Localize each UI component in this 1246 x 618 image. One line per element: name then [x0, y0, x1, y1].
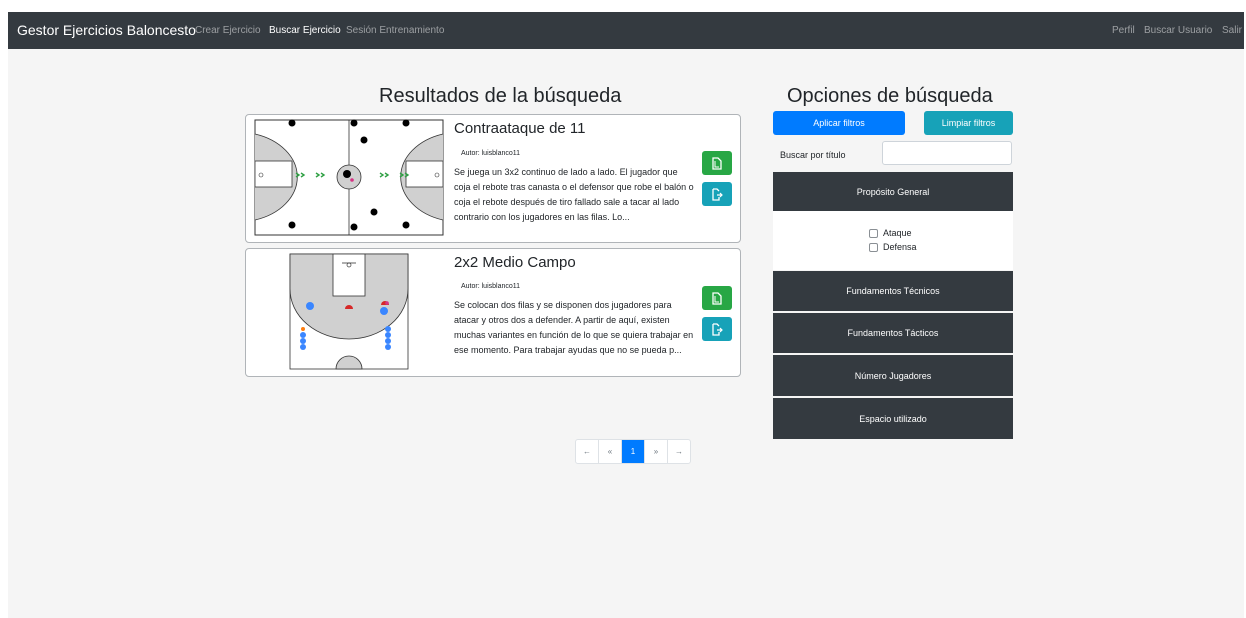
nav-link-sesion-entrenamiento[interactable]: Sesión Entrenamiento [346, 25, 444, 36]
export-exercise-button[interactable] [702, 182, 732, 206]
nav-link-crear-ejercicio[interactable]: Crear Ejercicio [195, 25, 261, 36]
page: Gestor Ejercicios Baloncesto Crear Ejerc… [8, 12, 1244, 618]
option-ataque[interactable]: Ataque [869, 228, 912, 238]
option-label: Defensa [883, 242, 917, 252]
document-icon [712, 156, 722, 170]
page-last[interactable]: → [667, 440, 690, 463]
page-current[interactable]: 1 [621, 440, 644, 463]
clear-filters-button[interactable]: Limpiar filtros [924, 111, 1013, 135]
navbar: Gestor Ejercicios Baloncesto Crear Ejerc… [8, 12, 1244, 49]
export-icon [712, 322, 723, 336]
section-numero-jugadores[interactable]: Número Jugadores [773, 355, 1013, 396]
result-title[interactable]: Contraataque de 11 [454, 120, 586, 137]
ataque-checkbox[interactable] [869, 228, 878, 238]
results-heading: Resultados de la búsqueda [379, 85, 622, 107]
result-description: Se colocan dos filas y se disponen dos j… [454, 300, 694, 355]
result-title[interactable]: 2x2 Medio Campo [454, 254, 576, 271]
copy-exercise-button[interactable] [702, 286, 732, 310]
result-card: 2x2 Medio Campo Autor: luisblanco11 Se c… [245, 248, 741, 377]
section-proposito-general[interactable]: Propósito General [773, 172, 1013, 211]
section-fundamentos-tecnicos[interactable]: Fundamentos Técnicos [773, 271, 1013, 311]
option-defensa[interactable]: Defensa [869, 242, 917, 252]
result-author: Autor: luisblanco11 [461, 283, 521, 290]
page-next[interactable]: » [644, 440, 667, 463]
section-fundamentos-tacticos[interactable]: Fundamentos Tácticos [773, 313, 1013, 353]
nav-link-buscar-ejercicio[interactable]: Buscar Ejercicio [269, 25, 341, 36]
nav-link-perfil[interactable]: Perfil [1112, 25, 1135, 36]
general-purpose-options: Ataque Defensa [773, 211, 1013, 270]
result-card: Contraataque de 11 Autor: luisblanco11 S… [245, 114, 741, 243]
apply-filters-button[interactable]: Aplicar filtros [773, 111, 905, 135]
page-prev[interactable]: « [598, 440, 621, 463]
full-court-diagram [254, 119, 444, 236]
filters-heading: Opciones de búsqueda [787, 85, 993, 107]
defensa-checkbox[interactable] [869, 242, 878, 252]
half-court-diagram [289, 253, 409, 370]
export-exercise-button[interactable] [702, 317, 732, 341]
title-search-input[interactable] [882, 141, 1012, 165]
pagination: ← « 1 » → [575, 439, 691, 464]
nav-link-salir[interactable]: Salir [1222, 25, 1242, 36]
nav-link-buscar-usuario[interactable]: Buscar Usuario [1144, 25, 1212, 36]
page-first[interactable]: ← [576, 440, 598, 463]
result-author: Autor: luisblanco11 [461, 150, 521, 157]
result-description: Se juega un 3x2 continuo de lado a lado.… [454, 167, 694, 222]
title-search-label: Buscar por título [780, 150, 846, 160]
export-icon [712, 187, 723, 201]
section-espacio-utilizado[interactable]: Espacio utilizado [773, 398, 1013, 439]
option-label: Ataque [883, 228, 912, 238]
copy-exercise-button[interactable] [702, 151, 732, 175]
navbar-brand[interactable]: Gestor Ejercicios Baloncesto [17, 22, 196, 38]
document-icon [712, 291, 722, 305]
